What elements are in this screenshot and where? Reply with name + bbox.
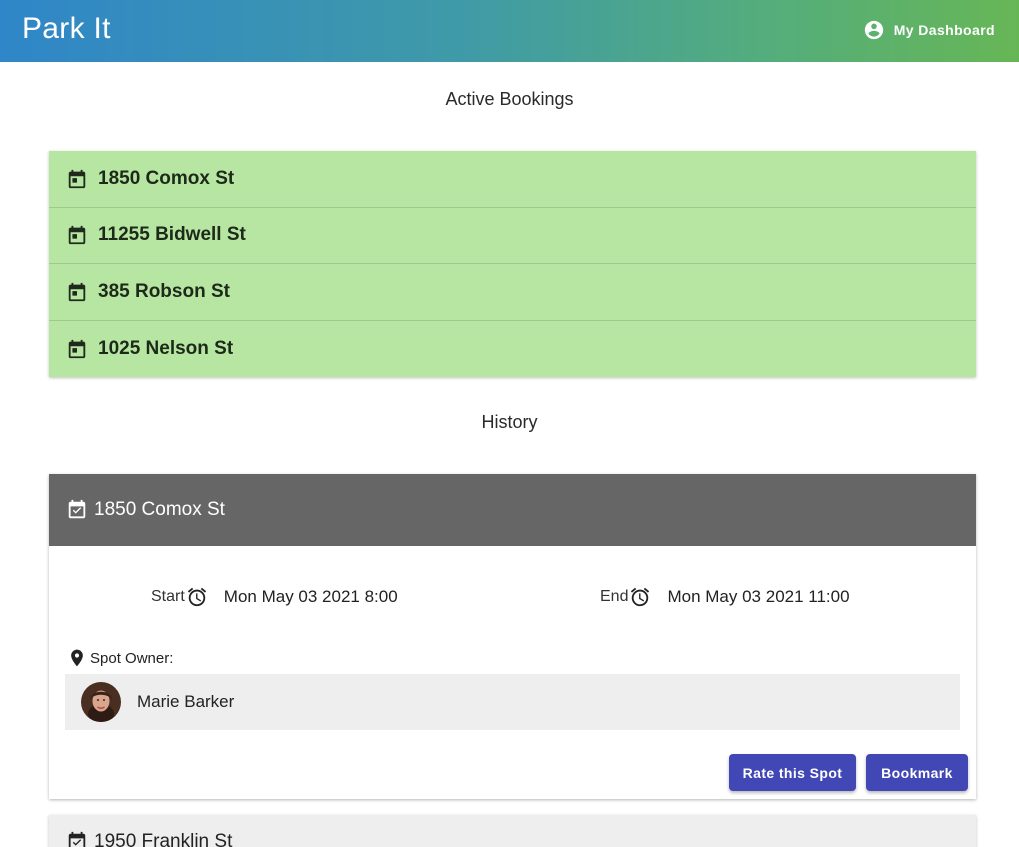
spot-owner-heading: Spot Owner: [67,648,173,668]
my-dashboard-label: My Dashboard [893,22,995,38]
calendar-icon [66,281,88,303]
calendar-check-icon [66,831,88,847]
alarm-clock-icon [628,586,651,608]
active-bookings-title: Active Bookings [445,89,574,109]
calendar-icon [66,224,88,246]
active-booking-item[interactable]: 385 Robson St [49,264,976,321]
account-circle-icon [863,19,885,41]
app-title: Park It [22,12,111,45]
end-value: Mon May 03 2021 11:00 [667,587,850,606]
active-bookings-list: 1850 Comox St 11255 Bidwell St 385 Robso… [49,151,976,377]
bookmark-button[interactable]: Bookmark [866,754,968,791]
rate-spot-button[interactable]: Rate this Spot [729,754,856,791]
avatar [81,682,121,722]
app-bar: Park It My Dashboard [0,0,1019,62]
calendar-icon [66,168,88,190]
spot-owner-row[interactable]: Marie Barker [65,674,960,730]
history-address: 1850 Comox St [94,499,225,520]
active-booking-address: 1850 Comox St [98,167,235,189]
history-card-header[interactable]: 1950 Franklin St [49,815,976,847]
history-address: 1950 Franklin St [94,831,233,847]
end-time: End Mon May 03 2021 11:00 [600,586,850,608]
my-dashboard-button[interactable]: My Dashboard [863,19,995,41]
active-booking-item[interactable]: 1025 Nelson St [49,321,976,378]
spot-owner-label: Spot Owner: [90,649,174,667]
history-card-header[interactable]: 1850 Comox St [49,474,976,546]
location-pin-icon [67,648,87,668]
active-booking-address: 11255 Bidwell St [98,224,246,246]
alarm-clock-icon [185,586,208,608]
history-card: 1850 Comox St Start Mon May 03 2021 8:00… [49,474,976,799]
active-booking-address: 385 Robson St [98,280,230,302]
active-booking-address: 1025 Nelson St [98,337,234,359]
calendar-check-icon [66,499,88,521]
active-booking-item[interactable]: 11255 Bidwell St [49,208,976,264]
start-value: Mon May 03 2021 8:00 [223,587,398,606]
end-label: End [600,588,629,605]
spot-owner-name: Marie Barker [137,692,235,711]
calendar-icon [66,338,88,360]
start-label: Start [151,588,185,605]
history-title: History [481,412,538,432]
start-time: Start Mon May 03 2021 8:00 [151,586,398,608]
active-booking-item[interactable]: 1850 Comox St [49,151,976,208]
